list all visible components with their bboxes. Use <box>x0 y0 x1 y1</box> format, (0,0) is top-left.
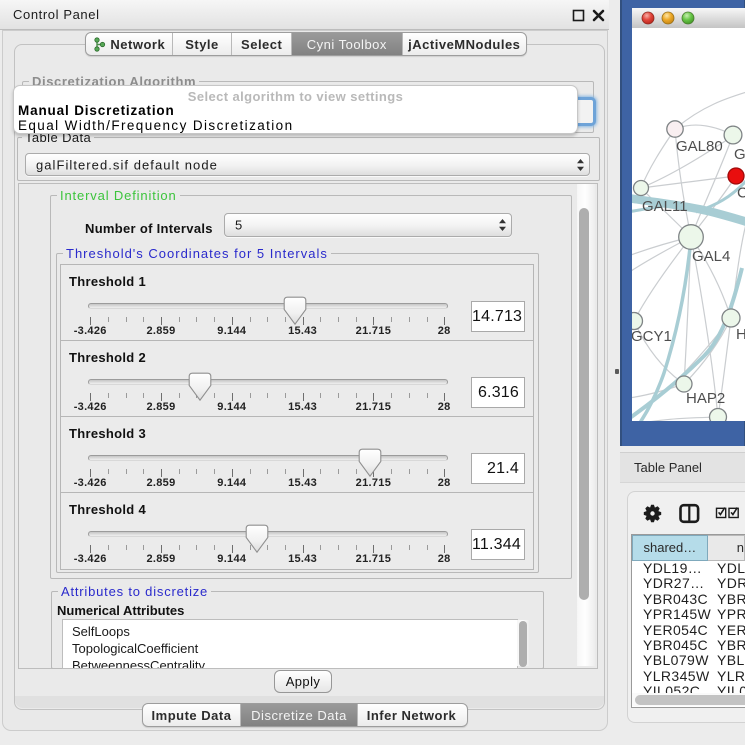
svg-text:GAL4: GAL4 <box>692 248 730 265</box>
svg-text:C: C <box>737 185 745 202</box>
svg-text:GAL80: GAL80 <box>676 138 723 155</box>
svg-text:GA: GA <box>734 146 745 163</box>
svg-text:GAL11: GAL11 <box>642 198 688 215</box>
svg-text:H: H <box>736 326 745 343</box>
svg-text:GCY1: GCY1 <box>632 328 672 345</box>
svg-text:HAP2: HAP2 <box>686 390 725 407</box>
